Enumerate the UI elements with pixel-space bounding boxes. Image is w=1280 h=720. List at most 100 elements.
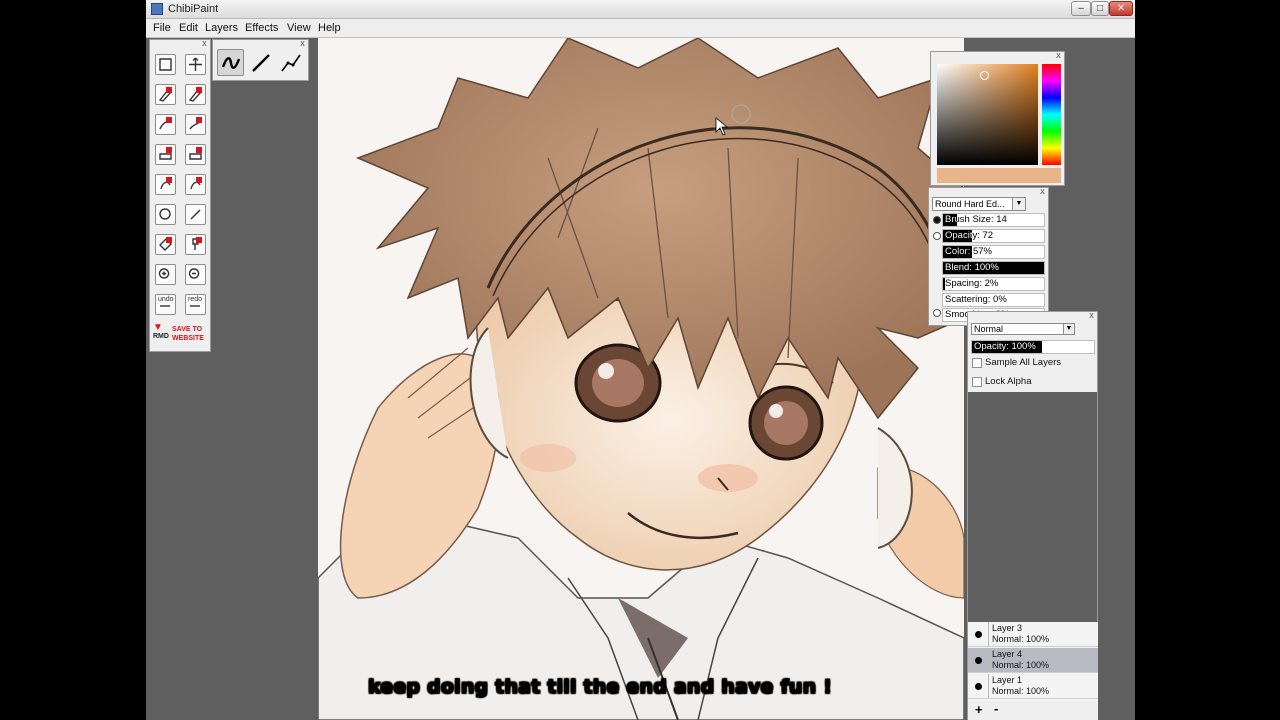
menu-view[interactable]: View bbox=[287, 22, 311, 34]
bezier-stroke-button[interactable] bbox=[277, 49, 304, 76]
chevron-down-icon: ▼ bbox=[1012, 198, 1025, 210]
blender-tool-button[interactable] bbox=[185, 174, 206, 195]
stroke-palette: x bbox=[212, 39, 309, 81]
airbrush-tool-icon bbox=[159, 117, 172, 130]
close-icon[interactable]: x bbox=[200, 39, 209, 48]
layer-name: Layer 4 bbox=[992, 649, 1023, 659]
color-picker-tool-button[interactable] bbox=[185, 234, 206, 255]
brush-size-slider[interactable]: Brush Size: 14 bbox=[942, 213, 1045, 227]
color-slider[interactable]: Color: 57% bbox=[942, 245, 1045, 259]
airbrush-tool-button[interactable] bbox=[155, 114, 176, 135]
zoom-in-tool-icon bbox=[158, 268, 170, 279]
visibility-icon[interactable] bbox=[975, 657, 982, 664]
drawing-canvas[interactable] bbox=[318, 38, 964, 720]
close-icon[interactable]: x bbox=[298, 39, 307, 48]
brush-palette: x Round Hard Ed... ▼ Brush Size: 14 Opac… bbox=[928, 187, 1049, 326]
brush-opacity-slider[interactable]: Opacity: 72 bbox=[942, 229, 1045, 243]
close-button[interactable]: ✕ bbox=[1109, 1, 1133, 16]
visibility-icon[interactable] bbox=[975, 631, 982, 638]
line-icon bbox=[252, 54, 270, 72]
water-tool-button[interactable] bbox=[185, 114, 206, 135]
save-to-website-button[interactable]: ▼ RMD SAVE TO WEBSITE bbox=[153, 322, 207, 345]
menu-effects[interactable]: Effects bbox=[245, 22, 278, 34]
close-icon[interactable]: x bbox=[1038, 187, 1047, 196]
sample-all-layers-checkbox[interactable] bbox=[972, 358, 982, 368]
blend-label: Blend: 100% bbox=[945, 262, 999, 273]
current-color-swatch bbox=[937, 168, 1061, 183]
bezier-icon bbox=[281, 54, 301, 72]
layer-row[interactable]: Layer 3 Normal: 100% bbox=[968, 622, 1098, 647]
color-palette: x bbox=[930, 51, 1065, 186]
lock-alpha-checkbox[interactable] bbox=[972, 377, 982, 387]
pencil-tool-icon bbox=[158, 87, 173, 102]
dodge-tool-icon bbox=[159, 208, 171, 220]
close-icon[interactable]: x bbox=[1054, 51, 1063, 60]
title-bar: ChibiPaint – □ ✕ bbox=[146, 0, 1135, 19]
spacing-slider[interactable]: Spacing: 2% bbox=[942, 277, 1045, 291]
color-picker-tool-icon bbox=[192, 237, 202, 250]
redo-tool-button[interactable]: redo bbox=[185, 294, 206, 315]
undo-tool-button[interactable]: undo bbox=[155, 294, 176, 315]
save-label-line1: SAVE TO bbox=[172, 326, 203, 333]
hue-slider[interactable] bbox=[1042, 64, 1061, 165]
brush-opacity-label: Opacity: 72 bbox=[945, 230, 994, 241]
pencil-tool-button[interactable] bbox=[155, 84, 176, 105]
maximize-button[interactable]: □ bbox=[1091, 1, 1109, 16]
zoom-out-tool-icon bbox=[188, 268, 200, 279]
smoothing-radio[interactable] bbox=[933, 309, 941, 317]
select-tool-button[interactable] bbox=[155, 54, 176, 75]
window-title: ChibiPaint bbox=[168, 3, 219, 15]
menu-help[interactable]: Help bbox=[318, 22, 341, 34]
menu-edit[interactable]: Edit bbox=[179, 22, 198, 34]
smudge-tool-icon bbox=[160, 177, 172, 190]
video-caption: keep doing that till the end and have fu… bbox=[0, 676, 1200, 699]
layer-toolbar: + - bbox=[968, 701, 1098, 720]
blend-mode-dropdown[interactable]: Normal ▼ bbox=[971, 323, 1075, 335]
saturation-value-picker[interactable] bbox=[937, 64, 1038, 165]
select-tool-icon bbox=[159, 58, 172, 71]
move-tool-icon bbox=[189, 57, 202, 71]
burn-tool-button[interactable] bbox=[185, 204, 206, 225]
move-tool-button[interactable] bbox=[185, 54, 206, 75]
pen-tool-button[interactable] bbox=[185, 84, 206, 105]
water-tool-icon bbox=[189, 117, 202, 130]
minimize-button[interactable]: – bbox=[1071, 1, 1091, 16]
layer-name: Layer 3 bbox=[992, 623, 1023, 633]
smudge-tool-button[interactable] bbox=[155, 174, 176, 195]
layer-list-empty-area bbox=[968, 392, 1097, 622]
layers-palette: x Normal ▼ Opacity: 100% Sample All Laye… bbox=[967, 311, 1098, 720]
brush-preset-dropdown[interactable]: Round Hard Ed... ▼ bbox=[932, 197, 1026, 211]
chevron-down-icon: ▼ bbox=[1063, 324, 1074, 334]
blend-slider[interactable]: Blend: 100% bbox=[942, 261, 1045, 275]
freehand-stroke-button[interactable] bbox=[217, 49, 244, 76]
soft-eraser-tool-button[interactable] bbox=[185, 144, 206, 165]
brush-size-radio[interactable] bbox=[933, 216, 941, 224]
zoom-out-tool-button[interactable] bbox=[185, 264, 206, 285]
fill-tool-button[interactable] bbox=[155, 234, 176, 255]
dodge-tool-button[interactable] bbox=[155, 204, 176, 225]
arrow-down-icon: ▼ bbox=[153, 322, 163, 333]
soft-eraser-tool-icon bbox=[189, 147, 202, 160]
opacity-radio[interactable] bbox=[933, 232, 941, 240]
color-label: Color: 57% bbox=[945, 246, 992, 257]
close-icon[interactable]: x bbox=[1087, 311, 1096, 320]
lock-alpha-label: Lock Alpha bbox=[985, 376, 1032, 387]
layer-opacity-label: Opacity: 100% bbox=[974, 341, 1036, 352]
scattering-label: Scattering: 0% bbox=[945, 294, 1007, 305]
line-stroke-button[interactable] bbox=[247, 49, 274, 76]
menu-layers[interactable]: Layers bbox=[205, 22, 238, 34]
divider bbox=[988, 622, 989, 646]
add-layer-button[interactable]: + bbox=[975, 702, 983, 717]
zoom-in-tool-button[interactable] bbox=[155, 264, 176, 285]
divider bbox=[988, 648, 989, 672]
layer-row-selected[interactable]: Layer 4 Normal: 100% bbox=[968, 648, 1098, 673]
chibipaint-window: ChibiPaint – □ ✕ File Edit Layers Effect… bbox=[146, 0, 1135, 720]
redo-label: redo bbox=[188, 296, 203, 303]
remove-layer-button[interactable]: - bbox=[994, 701, 998, 716]
scattering-slider[interactable]: Scattering: 0% bbox=[942, 293, 1045, 307]
menu-file[interactable]: File bbox=[153, 22, 171, 34]
sample-all-layers-label: Sample All Layers bbox=[985, 357, 1062, 368]
layer-opacity-slider[interactable]: Opacity: 100% bbox=[971, 340, 1095, 354]
eraser-tool-button[interactable] bbox=[155, 144, 176, 165]
blender-tool-icon bbox=[190, 177, 202, 190]
